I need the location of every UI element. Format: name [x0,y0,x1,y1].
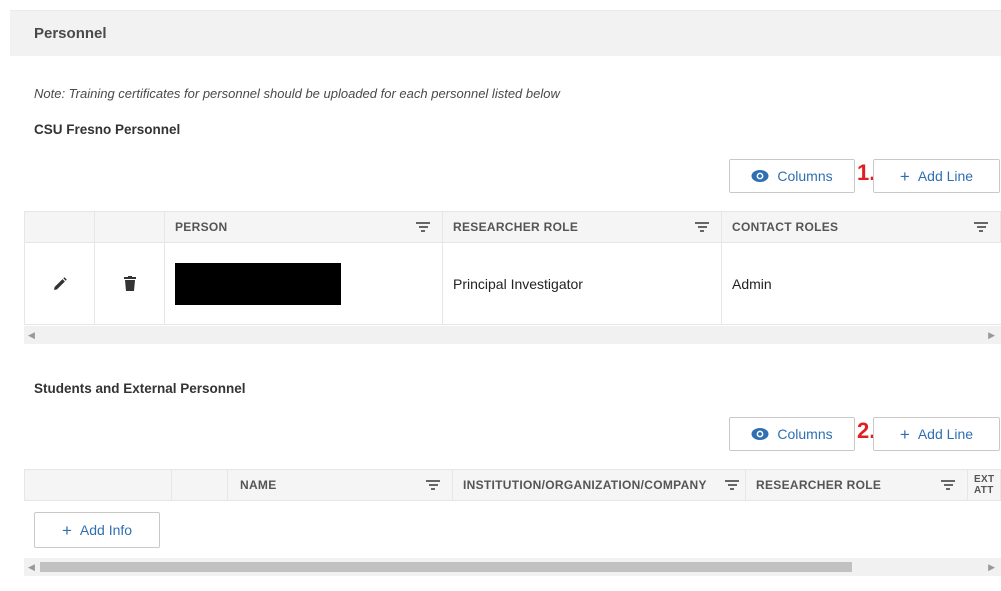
plus-icon: + [61,520,72,540]
grid-header-name[interactable]: NAME [228,470,453,500]
csu-grid-scrollbar[interactable]: ◀ ▶ [24,326,1001,344]
eye-icon [751,170,769,182]
table-row: Principal Investigator Admin [24,243,1001,325]
students-add-line-label: Add Line [917,426,974,442]
grid-header-delete [95,212,165,242]
grid-header-researcher-role[interactable]: RESEARCHER ROLE [746,470,968,500]
section-title: Personnel [34,25,107,42]
csu-add-line-button[interactable]: + Add Line [873,159,1000,193]
header-name-label: NAME [240,478,277,492]
filter-icon[interactable] [974,222,988,233]
grid-header-row: NAME INSTITUTION/ORGANIZATION/COMPANY RE… [24,469,1001,501]
csu-personnel-heading: CSU Fresno Personnel [34,122,181,137]
grid-header-row: PERSON RESEARCHER ROLE CONTACT ROLES [24,211,1001,243]
redacted-person-name [175,262,341,305]
training-note: Note: Training certificates for personne… [34,86,560,101]
students-columns-label: Columns [777,426,833,442]
filter-icon[interactable] [941,480,955,491]
grid-header-person[interactable]: PERSON [165,212,443,242]
students-grid-scrollbar[interactable]: ◀ ▶ [24,558,1001,576]
grid-header-institution[interactable]: INSTITUTION/ORGANIZATION/COMPANY [453,470,746,500]
grid-header-edit [25,212,95,242]
filter-icon[interactable] [416,222,430,233]
filter-icon[interactable] [426,480,440,491]
header-ext-att-label: EXT ATT [974,474,995,496]
students-personnel-grid: NAME INSTITUTION/ORGANIZATION/COMPANY RE… [24,469,1001,501]
trash-icon[interactable] [123,276,136,291]
delete-cell[interactable] [95,243,165,324]
csu-personnel-grid: PERSON RESEARCHER ROLE CONTACT ROLES Pri… [24,211,1001,325]
grid-header-researcher-role[interactable]: RESEARCHER ROLE [443,212,722,242]
researcher-role-cell: Principal Investigator [443,243,722,324]
header-institution-label: INSTITUTION/ORGANIZATION/COMPANY [463,478,707,492]
scrollbar-thumb[interactable] [40,562,852,572]
person-cell [165,243,443,324]
header-researcher-role-label: RESEARCHER ROLE [756,478,882,492]
edit-cell[interactable] [25,243,95,324]
filter-icon[interactable] [695,222,709,233]
eye-icon [751,428,769,440]
personnel-section-header: Personnel [10,10,1001,56]
header-contact-roles-label: CONTACT ROLES [732,220,839,234]
add-info-button[interactable]: + Add Info [34,512,160,548]
pencil-icon[interactable] [53,276,67,291]
grid-header-contact-roles[interactable]: CONTACT ROLES [722,212,1000,242]
add-info-label: Add Info [79,522,133,538]
plus-icon: + [899,424,910,444]
contact-roles-cell: Admin [732,275,772,292]
filter-icon[interactable] [725,480,739,491]
grid-header-spacer [172,470,228,500]
students-columns-button[interactable]: Columns [729,417,855,451]
scroll-left-icon[interactable]: ◀ [28,562,35,573]
csu-add-line-label: Add Line [917,168,974,184]
students-add-line-button[interactable]: + Add Line [873,417,1000,451]
scroll-left-icon[interactable]: ◀ [28,330,35,341]
header-person-label: PERSON [175,220,228,234]
header-researcher-role-label: RESEARCHER ROLE [453,220,579,234]
csu-columns-label: Columns [777,168,833,184]
csu-columns-button[interactable]: Columns [729,159,855,193]
scroll-right-icon[interactable]: ▶ [988,562,995,573]
grid-header-spacer [25,470,172,500]
plus-icon: + [899,166,910,186]
scroll-right-icon[interactable]: ▶ [988,330,995,341]
grid-header-ext-att[interactable]: EXT ATT [968,470,1000,500]
students-personnel-heading: Students and External Personnel [34,381,246,396]
